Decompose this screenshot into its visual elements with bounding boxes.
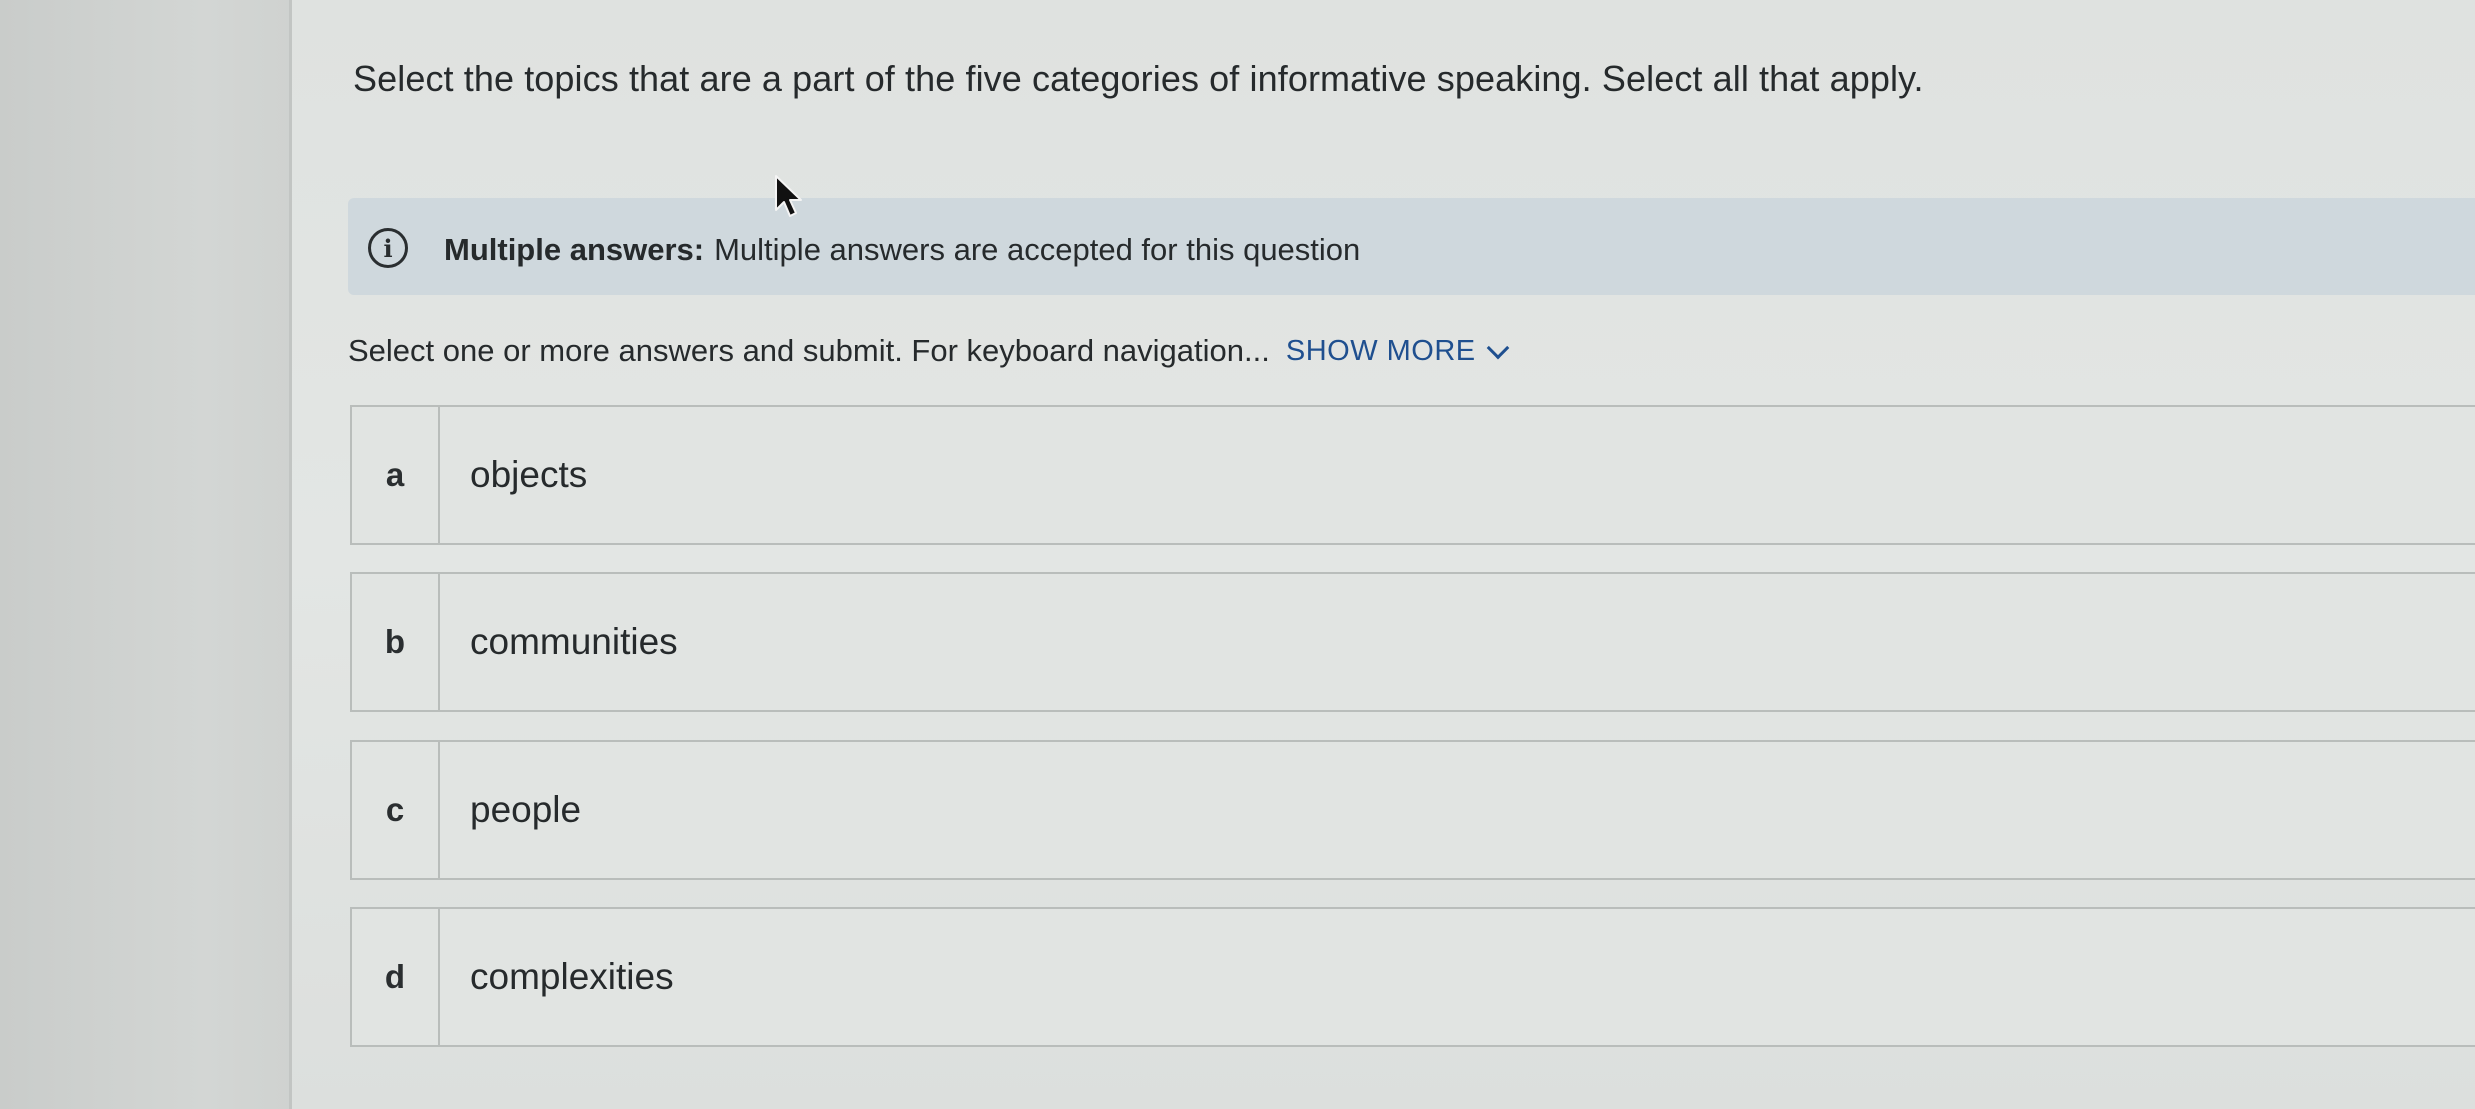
info-banner-text: Multiple answers: Multiple answers are ac… bbox=[444, 232, 1360, 268]
answer-text: complexities bbox=[470, 956, 674, 997]
answer-text: communities bbox=[470, 621, 678, 662]
answer-letter: c bbox=[352, 742, 440, 878]
info-banner-label: Multiple answers: bbox=[444, 232, 705, 267]
info-icon: i bbox=[368, 228, 408, 268]
show-more-label: SHOW MORE bbox=[1285, 334, 1476, 367]
answer-option-d[interactable]: d complexities bbox=[350, 907, 2475, 1047]
multiple-answers-banner: i Multiple answers: Multiple answers are … bbox=[348, 198, 2475, 295]
info-banner-message: Multiple answers are accepted for this q… bbox=[714, 232, 1361, 267]
show-more-link[interactable]: SHOW MORE bbox=[1285, 334, 1509, 368]
answer-option-b[interactable]: b communities bbox=[350, 572, 2475, 712]
answer-letter: d bbox=[352, 909, 440, 1045]
answer-letter: b bbox=[352, 574, 440, 710]
question-prompt: Select the topics that are a part of the… bbox=[353, 58, 1924, 99]
instructions: Select one or more answers and submit. F… bbox=[348, 333, 1509, 369]
answer-option-a[interactable]: a objects bbox=[350, 405, 2475, 545]
instructions-text: Select one or more answers and submit. F… bbox=[348, 333, 1270, 368]
left-gutter bbox=[0, 0, 292, 1109]
answer-text: objects bbox=[470, 454, 588, 495]
answer-text: people bbox=[470, 789, 582, 830]
mouse-pointer-icon bbox=[775, 175, 802, 217]
answer-letter: a bbox=[352, 407, 440, 543]
chevron-down-icon bbox=[1486, 336, 1509, 360]
answer-option-c[interactable]: c people bbox=[350, 740, 2475, 880]
